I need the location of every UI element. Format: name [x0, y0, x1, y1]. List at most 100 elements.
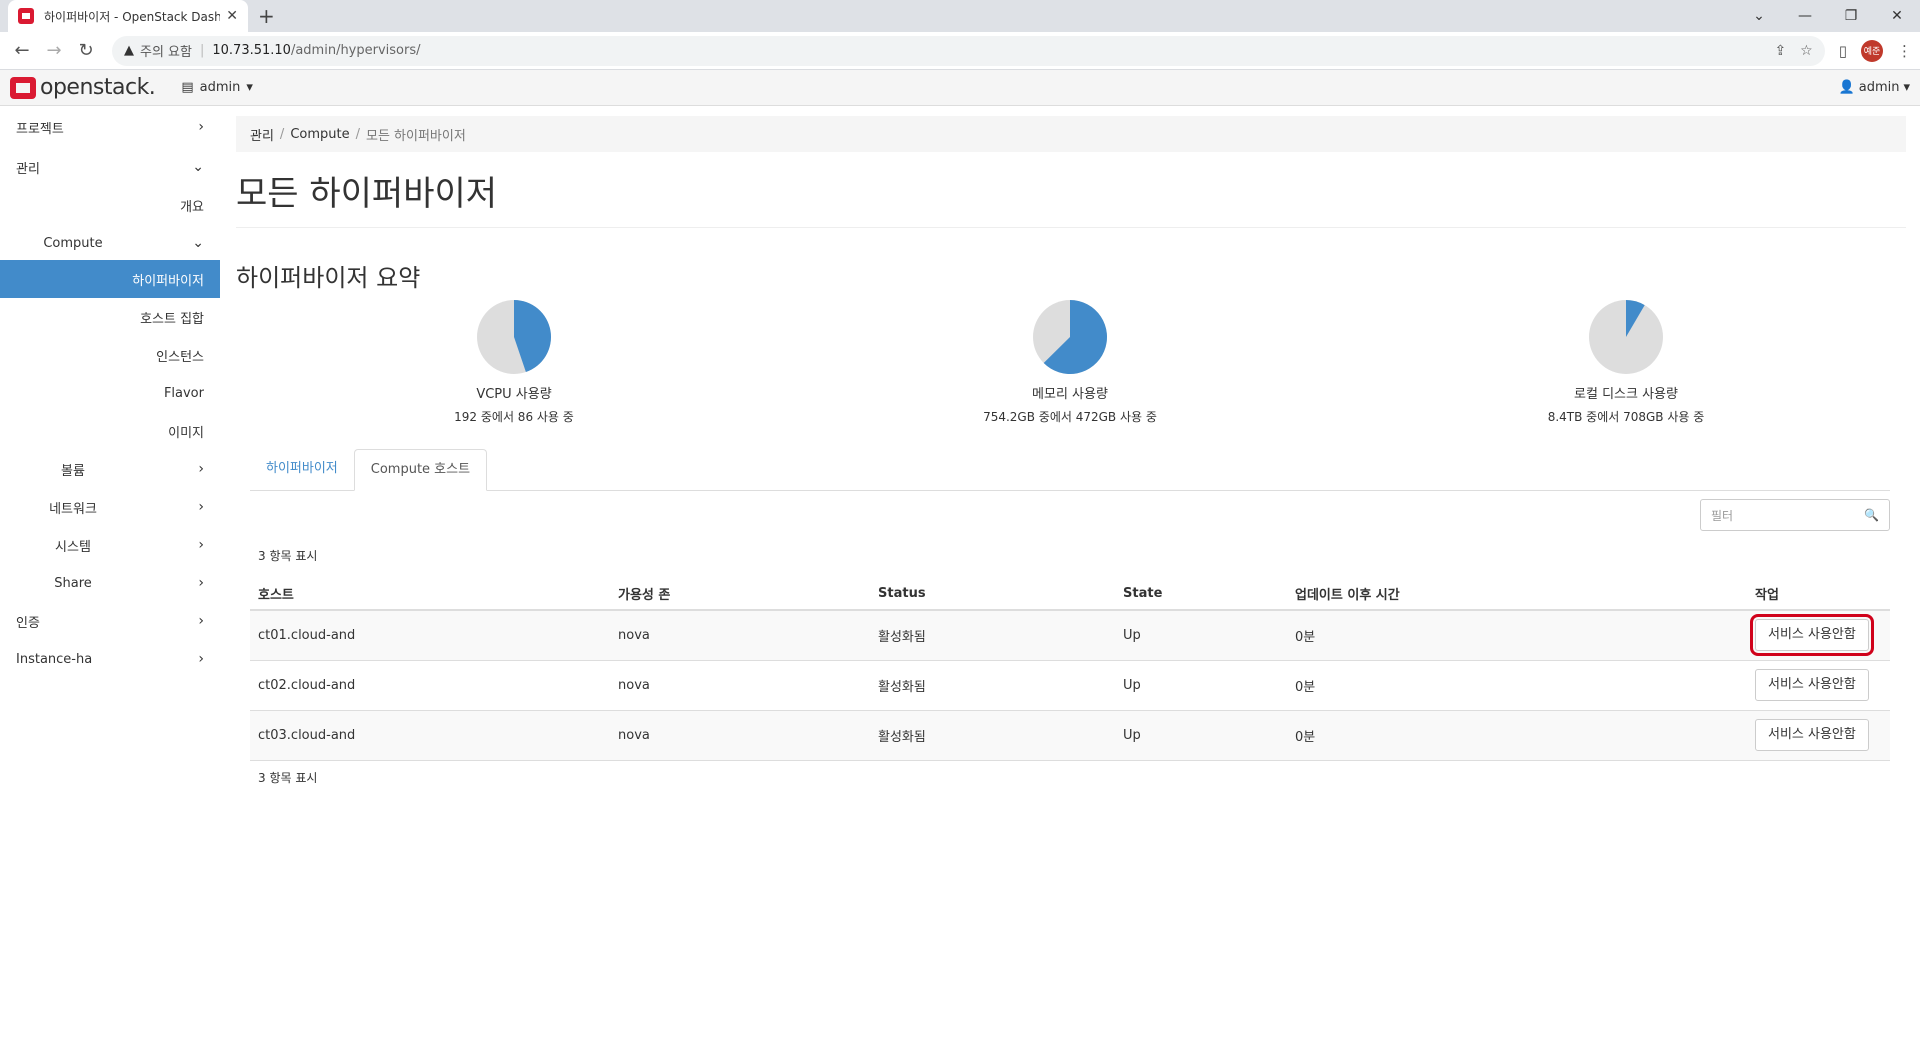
column-header-state[interactable]: State — [1115, 578, 1287, 611]
cell-state: Up — [1115, 710, 1287, 761]
chevron-right-icon: › — [198, 461, 204, 477]
sidebar-item-share[interactable]: Share › — [0, 566, 220, 600]
forward-icon[interactable]: → — [40, 40, 68, 61]
disable-service-button[interactable]: 서비스 사용안함 — [1755, 669, 1869, 701]
tab-search-icon[interactable]: ⌄ — [1736, 0, 1782, 32]
project-selector[interactable]: ▤ admin ▾ — [181, 80, 253, 95]
sidebar-item-identity[interactable]: 인증 › — [0, 604, 220, 638]
item-count-top: 3 항목 표시 — [258, 549, 318, 563]
reload-icon[interactable]: ↻ — [72, 40, 100, 61]
sidebar-item-label: 하이퍼바이저 — [132, 273, 204, 289]
security-warning-text: 주의 요함 — [140, 45, 192, 60]
column-header-host[interactable]: 호스트 — [250, 578, 610, 611]
disk-pie — [1589, 300, 1663, 374]
sidebar-item-label: 이미지 — [168, 425, 204, 441]
chevron-right-icon: › — [198, 575, 204, 591]
chevron-down-icon: ▾ — [1903, 80, 1910, 95]
breadcrumb-divider: / — [355, 126, 360, 142]
breadcrumb-current: 모든 하이퍼바이저 — [365, 128, 466, 144]
window-close-icon[interactable]: ✕ — [1874, 0, 1920, 32]
sidebar-item-label: Flavor — [163, 385, 204, 401]
summary-title: 하이퍼바이저 요약 — [236, 264, 421, 292]
browser-toolbar: ← → ↻ ▲ 주의 요함 | 10.73.51.10 /admin/hyper… — [0, 32, 1920, 70]
close-tab-icon[interactable]: ✕ — [226, 8, 238, 24]
cell-status: 활성화됨 — [870, 610, 1115, 661]
disk-usage-chart: 로컬 디스크 사용량 8.4TB 중에서 708GB 사용 중 — [1348, 299, 1904, 425]
sidebar-item-system[interactable]: 시스템 › — [0, 528, 220, 562]
user-icon: 👤 — [1838, 80, 1855, 95]
restore-icon[interactable]: ❐ — [1828, 0, 1874, 32]
browser-tab-bar: 하이퍼바이저 - OpenStack Dash ✕ + ⌄ — ❐ ✕ — [0, 0, 1920, 32]
openstack-header: openstack. ▤ admin ▾ 👤 admin ▾ — [0, 70, 1920, 106]
new-tab-icon[interactable]: + — [258, 4, 275, 28]
column-header-updated[interactable]: 업데이트 이후 시간 — [1287, 578, 1747, 611]
sidebar-item-hypervisors[interactable]: 하이퍼바이저 — [0, 260, 220, 298]
window-controls: ⌄ — ❐ ✕ — [1736, 0, 1920, 32]
cell-state: Up — [1115, 660, 1287, 711]
cell-actions: 서비스 사용안함 — [1747, 710, 1890, 761]
disable-service-button[interactable]: 서비스 사용안함 — [1750, 614, 1874, 657]
sidebar-item-images[interactable]: 이미지 — [0, 414, 220, 448]
pie-sublabel: 754.2GB 중에서 472GB 사용 중 — [983, 410, 1157, 424]
sidebar-item-label: Share — [54, 575, 92, 591]
minimize-icon[interactable]: — — [1782, 0, 1828, 32]
browser-tab[interactable]: 하이퍼바이저 - OpenStack Dash ✕ — [8, 0, 248, 32]
filter-row: 필터 🔍 — [236, 499, 1890, 531]
breadcrumb: 관리 / Compute / 모든 하이퍼바이저 — [236, 116, 1906, 152]
address-bar[interactable]: ▲ 주의 요함 | 10.73.51.10 /admin/hypervisors… — [112, 35, 1825, 66]
filter-input[interactable]: 필터 🔍 — [1700, 499, 1890, 531]
side-panel-icon[interactable]: ▯ — [1839, 42, 1847, 60]
sidebar-item-overview[interactable]: 개요 — [0, 188, 220, 222]
sidebar-item-project[interactable]: 프로젝트 › — [0, 110, 220, 144]
column-header-status[interactable]: Status — [870, 578, 1115, 611]
sidebar-item-flavors[interactable]: Flavor — [0, 376, 220, 410]
column-header-actions: 작업 — [1747, 578, 1890, 611]
sidebar-item-instance-ha[interactable]: Instance-ha › — [0, 642, 220, 676]
chevron-right-icon: › — [198, 613, 204, 629]
browser-menu-icon[interactable]: ⋮ — [1897, 42, 1912, 60]
sidebar-item-label: 인증 — [16, 615, 40, 631]
search-icon[interactable]: 🔍 — [1864, 508, 1879, 522]
user-menu[interactable]: 👤 admin ▾ — [1839, 80, 1910, 95]
sidebar-item-label: 호스트 집합 — [140, 311, 204, 327]
main-content: 관리 / Compute / 모든 하이퍼바이저 모든 하이퍼바이저 하이퍼바이… — [220, 106, 1920, 1040]
pie-label: 메모리 사용량 — [1032, 387, 1108, 402]
sidebar: 프로젝트 › 관리 ⌄ 개요 Compute ⌄ 하이퍼바이저 호스트 집합 인… — [0, 106, 220, 1040]
tab-hypervisors[interactable]: 하이퍼바이저 — [250, 449, 354, 490]
openstack-logo-icon — [10, 76, 36, 99]
tab-compute-hosts[interactable]: Compute 호스트 — [353, 449, 488, 491]
sidebar-item-label: 네트워크 — [49, 501, 97, 517]
cell-host: ct01.cloud-and — [250, 610, 610, 661]
memory-usage-chart: 메모리 사용량 754.2GB 중에서 472GB 사용 중 — [792, 299, 1348, 425]
profile-avatar[interactable]: 예준 — [1861, 39, 1883, 62]
pie-sublabel: 192 중에서 86 사용 중 — [454, 410, 574, 424]
openstack-logo[interactable]: openstack. — [10, 75, 156, 100]
sidebar-item-admin[interactable]: 관리 ⌄ — [0, 150, 220, 184]
sidebar-item-volumes[interactable]: 볼륨 › — [0, 452, 220, 486]
bookmark-star-icon[interactable]: ☆ — [1800, 43, 1813, 59]
warning-icon[interactable]: ▲ — [124, 43, 134, 58]
sidebar-item-network[interactable]: 네트워크 › — [0, 490, 220, 524]
table-header-row: 호스트 가용성 존 Status State 업데이트 이후 시간 작업 — [250, 578, 1890, 611]
user-name: admin — [1858, 80, 1900, 95]
breadcrumb-admin[interactable]: 관리 — [250, 125, 274, 144]
cell-updated: 0분 — [1287, 660, 1747, 711]
project-name: admin — [199, 80, 241, 95]
url-separator: | — [199, 43, 205, 58]
share-icon[interactable]: ⇪ — [1774, 43, 1786, 59]
column-header-zone[interactable]: 가용성 존 — [610, 578, 870, 611]
tab-bar: 하이퍼바이저 Compute 호스트 — [250, 449, 1890, 491]
back-icon[interactable]: ← — [8, 40, 36, 61]
disable-service-button[interactable]: 서비스 사용안함 — [1755, 719, 1869, 751]
breadcrumb-divider: / — [279, 126, 285, 142]
sidebar-item-host-aggregates[interactable]: 호스트 집합 — [0, 300, 220, 334]
sidebar-item-label: 프로젝트 — [16, 121, 64, 137]
breadcrumb-compute[interactable]: Compute — [290, 127, 349, 142]
vcpu-pie — [477, 300, 551, 374]
cell-actions: 서비스 사용안함 — [1747, 660, 1890, 711]
cell-host: ct03.cloud-and — [250, 710, 610, 761]
page-title: 모든 하이퍼바이저 — [236, 166, 1906, 228]
sidebar-item-instances[interactable]: 인스턴스 — [0, 338, 220, 372]
sidebar-item-compute[interactable]: Compute ⌄ — [0, 226, 220, 260]
memory-pie — [1033, 300, 1107, 374]
